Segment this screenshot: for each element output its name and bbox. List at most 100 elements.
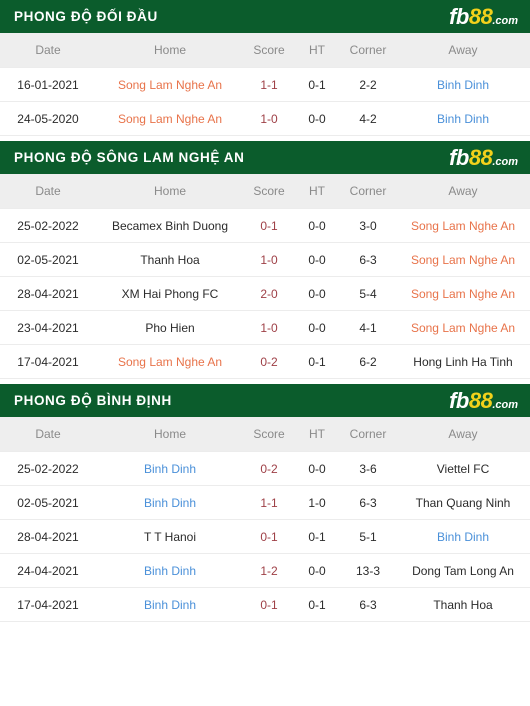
cell-corner: 4-2 <box>340 101 396 136</box>
table-row[interactable]: 24-04-2021 Binh Dinh 1-2 0-0 13-3 Dong Tam Lo… <box>0 553 530 588</box>
cell-home-team: Song Lam Nghe An <box>96 67 244 102</box>
h2h-form-panel: PHONG ĐỘ ĐỐI ĐẦU fb88.com Date Home Score HT C… <box>0 0 530 706</box>
logo-fb-text: fb <box>449 387 469 413</box>
table-header-row: Date Home Score HT Corner Away <box>0 417 530 452</box>
cell-home-team: Thanh Hoa <box>96 242 244 277</box>
column-header-away: Away <box>396 174 530 209</box>
cell-away-team: Binh Dinh <box>396 67 530 102</box>
cell-corner: 6-3 <box>340 587 396 622</box>
table-row[interactable]: 17-04-2021 Binh Dinh 0-1 0-1 6-3 Thanh Hoa <box>0 587 530 622</box>
cell-home-team: Binh Dinh <box>96 553 244 588</box>
cell-score: 1-0 <box>244 242 294 277</box>
cell-halftime: 0-0 <box>294 310 340 345</box>
section-banner: PHONG ĐỘ ĐỐI ĐẦU fb88.com <box>0 0 530 33</box>
cell-score: 1-0 <box>244 310 294 345</box>
fb88-logo[interactable]: fb88.com <box>449 387 518 413</box>
cell-score: 0-1 <box>244 519 294 554</box>
cell-home-team: Song Lam Nghe An <box>96 101 244 136</box>
cell-home-team: XM Hai Phong FC <box>96 276 244 311</box>
table-row[interactable]: 25-02-2022 Becamex Binh Duong 0-1 0-0 3-0 Son… <box>0 208 530 243</box>
cell-date: 24-05-2020 <box>0 101 96 136</box>
column-header-score: Score <box>244 417 294 452</box>
cell-halftime: 0-0 <box>294 451 340 486</box>
cell-corner: 3-0 <box>340 208 396 243</box>
cell-corner: 5-4 <box>340 276 396 311</box>
table-row[interactable]: 24-05-2020 Song Lam Nghe An 1-0 0-0 4-2 Binh … <box>0 101 530 136</box>
cell-date: 25-02-2022 <box>0 208 96 243</box>
table-header-row: Date Home Score HT Corner Away <box>0 174 530 209</box>
logo-88-text: 88 <box>468 387 493 413</box>
table-row[interactable]: 28-04-2021 T T Hanoi 0-1 0-1 5-1 Binh Dinh <box>0 519 530 554</box>
cell-halftime: 0-1 <box>294 587 340 622</box>
logo-fb-text: fb <box>449 144 469 170</box>
cell-date: 02-05-2021 <box>0 485 96 520</box>
table-row[interactable]: 23-04-2021 Pho Hien 1-0 0-0 4-1 Song Lam Nghe… <box>0 310 530 345</box>
cell-halftime: 0-0 <box>294 101 340 136</box>
cell-date: 23-04-2021 <box>0 310 96 345</box>
column-header-corner: Corner <box>340 33 396 68</box>
matches-table: Date Home Score HT Corner Away 25-02-2022 Binh … <box>0 417 530 622</box>
column-header-score: Score <box>244 33 294 68</box>
fb88-logo[interactable]: fb88.com <box>449 144 518 170</box>
cell-away-team: Dong Tam Long An <box>396 553 530 588</box>
match-section: PHONG ĐỘ ĐỐI ĐẦU fb88.com Date Home Score HT C… <box>0 0 530 141</box>
cell-home-team: Pho Hien <box>96 310 244 345</box>
cell-corner: 6-3 <box>340 485 396 520</box>
cell-away-team: Viettel FC <box>396 451 530 486</box>
table-row[interactable]: 28-04-2021 XM Hai Phong FC 2-0 0-0 5-4 Song L… <box>0 276 530 311</box>
section-title: PHONG ĐỘ BÌNH ĐỊNH <box>14 392 172 408</box>
logo-88-text: 88 <box>468 144 493 170</box>
cell-away-team: Song Lam Nghe An <box>396 276 530 311</box>
cell-away-team: Thanh Hoa <box>396 587 530 622</box>
cell-halftime: 0-1 <box>294 519 340 554</box>
cell-score: 0-1 <box>244 587 294 622</box>
section-title: PHONG ĐỘ SÔNG LAM NGHỆ AN <box>14 149 245 165</box>
cell-home-team: T T Hanoi <box>96 519 244 554</box>
section-banner: PHONG ĐỘ SÔNG LAM NGHỆ AN fb88.com <box>0 141 530 174</box>
column-header-home: Home <box>96 417 244 452</box>
fb88-logo[interactable]: fb88.com <box>449 3 518 29</box>
table-row[interactable]: 02-05-2021 Binh Dinh 1-1 1-0 6-3 Than Quang N… <box>0 485 530 520</box>
logo-com-text: .com <box>492 155 518 168</box>
column-header-ht: HT <box>294 417 340 452</box>
cell-score: 0-2 <box>244 451 294 486</box>
match-section: PHONG ĐỘ BÌNH ĐỊNH fb88.com Date Home Score H… <box>0 384 530 622</box>
column-header-date: Date <box>0 33 96 68</box>
logo-88-text: 88 <box>468 3 493 29</box>
section-banner: PHONG ĐỘ BÌNH ĐỊNH fb88.com <box>0 384 530 417</box>
column-header-ht: HT <box>294 33 340 68</box>
column-header-date: Date <box>0 417 96 452</box>
cell-date: 28-04-2021 <box>0 519 96 554</box>
matches-table: Date Home Score HT Corner Away 25-02-2022 Becam… <box>0 174 530 379</box>
cell-away-team: Hong Linh Ha Tinh <box>396 344 530 379</box>
cell-halftime: 0-0 <box>294 553 340 588</box>
column-header-away: Away <box>396 417 530 452</box>
cell-home-team: Becamex Binh Duong <box>96 208 244 243</box>
cell-home-team: Song Lam Nghe An <box>96 344 244 379</box>
cell-away-team: Song Lam Nghe An <box>396 208 530 243</box>
table-row[interactable]: 17-04-2021 Song Lam Nghe An 0-2 0-1 6-2 Hong … <box>0 344 530 379</box>
section-title: PHONG ĐỘ ĐỐI ĐẦU <box>14 8 158 24</box>
table-row[interactable]: 16-01-2021 Song Lam Nghe An 1-1 0-1 2-2 Binh … <box>0 67 530 102</box>
cell-date: 17-04-2021 <box>0 587 96 622</box>
cell-corner: 4-1 <box>340 310 396 345</box>
column-header-score: Score <box>244 174 294 209</box>
column-header-away: Away <box>396 33 530 68</box>
cell-corner: 3-6 <box>340 451 396 486</box>
cell-date: 17-04-2021 <box>0 344 96 379</box>
cell-halftime: 0-0 <box>294 276 340 311</box>
column-header-date: Date <box>0 174 96 209</box>
cell-date: 16-01-2021 <box>0 67 96 102</box>
cell-score: 0-2 <box>244 344 294 379</box>
cell-score: 1-0 <box>244 101 294 136</box>
cell-corner: 5-1 <box>340 519 396 554</box>
logo-com-text: .com <box>492 14 518 27</box>
table-row[interactable]: 02-05-2021 Thanh Hoa 1-0 0-0 6-3 Song Lam Ngh… <box>0 242 530 277</box>
cell-score: 0-1 <box>244 208 294 243</box>
table-row[interactable]: 25-02-2022 Binh Dinh 0-2 0-0 3-6 Viettel FC <box>0 451 530 486</box>
cell-date: 25-02-2022 <box>0 451 96 486</box>
cell-corner: 2-2 <box>340 67 396 102</box>
bottom-spacer <box>0 622 530 626</box>
match-section: PHONG ĐỘ SÔNG LAM NGHỆ AN fb88.com Date Hom… <box>0 141 530 384</box>
cell-halftime: 0-0 <box>294 242 340 277</box>
